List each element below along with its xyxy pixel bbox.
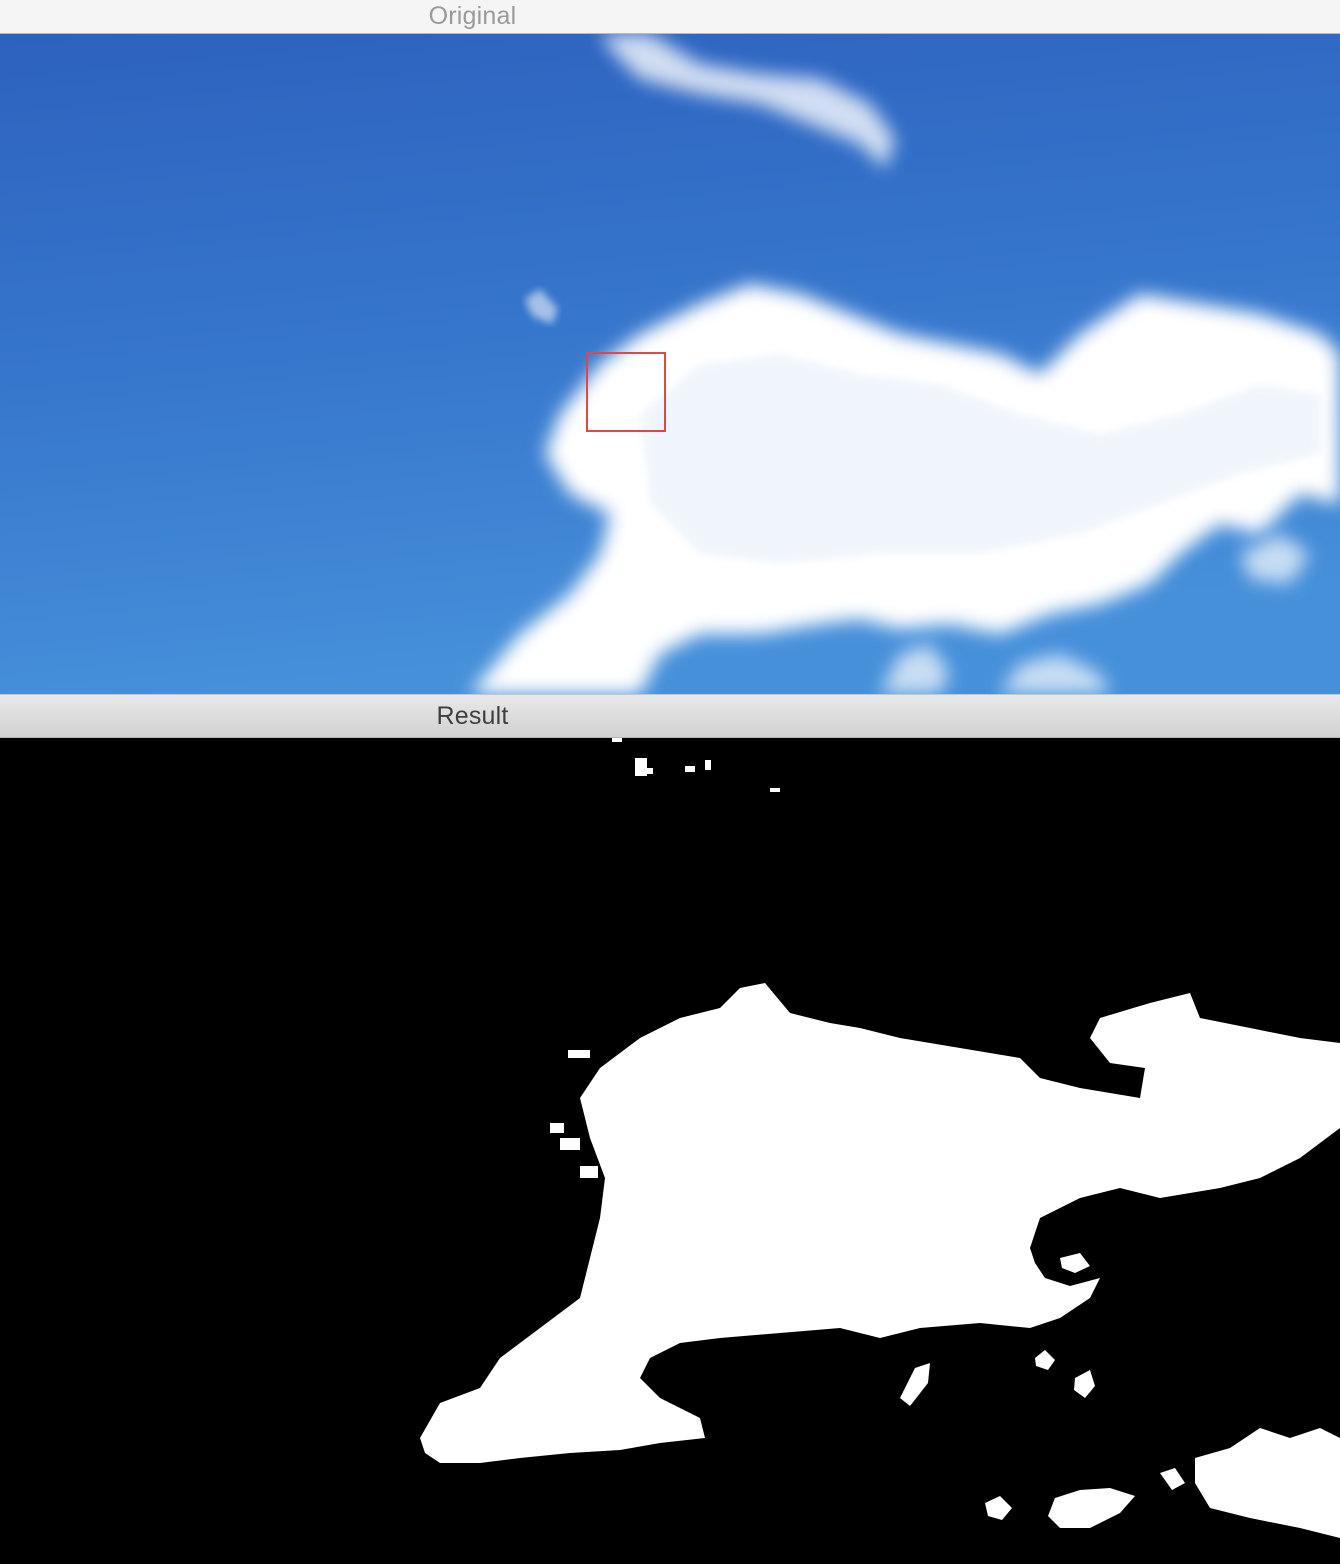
original-image[interactable] xyxy=(0,34,1340,694)
mask-image xyxy=(0,738,1340,1564)
result-window: Result xyxy=(0,694,1340,1564)
result-window-title: Result xyxy=(436,701,509,730)
sky-photo xyxy=(0,34,1340,694)
result-titlebar[interactable]: Result xyxy=(0,694,1340,738)
original-titlebar[interactable]: Original xyxy=(0,0,1340,34)
original-window: Original xyxy=(0,0,1340,694)
original-window-title: Original xyxy=(428,2,517,30)
result-image[interactable] xyxy=(0,738,1340,1564)
